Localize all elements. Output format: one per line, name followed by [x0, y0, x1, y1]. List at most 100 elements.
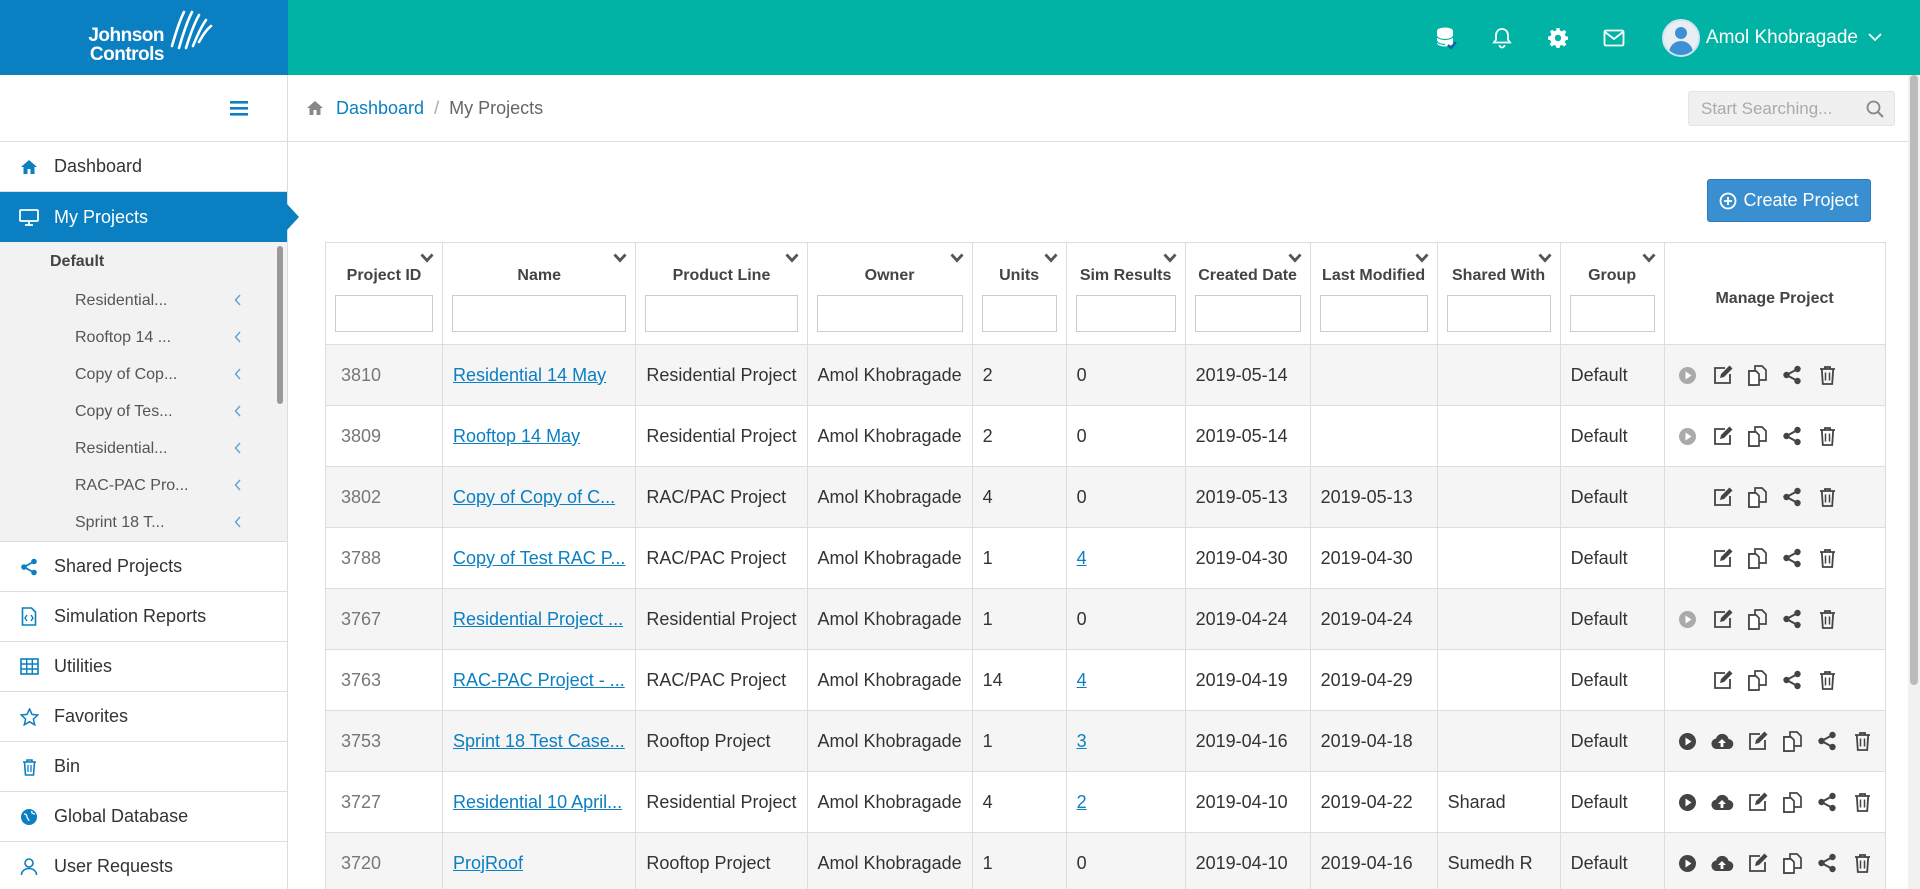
column-header-label[interactable]: Units — [973, 267, 1066, 287]
sim-results-link[interactable]: 4 — [1077, 670, 1087, 690]
sidebar-item-dashboard[interactable]: Dashboard — [0, 142, 287, 192]
chevron-down-icon[interactable] — [1163, 253, 1177, 263]
play-disabled-icon[interactable] — [1675, 363, 1700, 388]
edit-icon[interactable] — [1710, 668, 1735, 693]
delete-icon[interactable] — [1850, 790, 1875, 815]
edit-icon[interactable] — [1710, 485, 1735, 510]
share-icon[interactable] — [1780, 607, 1805, 632]
copy-icon[interactable] — [1780, 790, 1805, 815]
sidebar-item-my-projects[interactable]: My Projects — [0, 192, 299, 242]
copy-icon[interactable] — [1780, 729, 1805, 754]
project-name-link[interactable]: ProjRoof — [453, 853, 523, 873]
edit-icon[interactable] — [1710, 546, 1735, 571]
gear-icon[interactable] — [1530, 0, 1586, 75]
column-header-label[interactable]: Last Modified — [1311, 267, 1437, 287]
group-default[interactable]: Default — [0, 242, 287, 282]
search-input[interactable] — [1689, 92, 1859, 125]
play-icon[interactable] — [1675, 851, 1700, 876]
chevron-down-icon[interactable] — [1044, 253, 1058, 263]
create-project-button[interactable]: Create Project — [1707, 179, 1871, 222]
sim-results-link[interactable]: 2 — [1077, 792, 1087, 812]
column-header-label[interactable]: Project ID — [326, 267, 442, 287]
copy-icon[interactable] — [1745, 607, 1770, 632]
column-header-label[interactable]: Shared With — [1438, 267, 1560, 287]
copy-icon[interactable] — [1745, 363, 1770, 388]
play-disabled-icon[interactable] — [1675, 607, 1700, 632]
filter-input-group[interactable] — [1569, 295, 1655, 332]
share-icon[interactable] — [1780, 546, 1805, 571]
project-name-link[interactable]: Residential Project ... — [453, 609, 623, 629]
delete-icon[interactable] — [1815, 668, 1840, 693]
project-name-link[interactable]: Copy of Copy of C... — [453, 487, 615, 507]
play-icon[interactable] — [1675, 729, 1700, 754]
delete-icon[interactable] — [1850, 729, 1875, 754]
copy-icon[interactable] — [1745, 424, 1770, 449]
project-name-link[interactable]: Residential 14 May — [453, 365, 606, 385]
sidebar-item-user-requests[interactable]: User Requests — [0, 842, 287, 889]
chevron-down-icon[interactable] — [784, 253, 799, 263]
edit-icon[interactable] — [1745, 790, 1770, 815]
delete-icon[interactable] — [1850, 851, 1875, 876]
column-header-label[interactable]: Sim Results — [1067, 267, 1185, 287]
sidebar-item-global-database[interactable]: Global Database — [0, 792, 287, 842]
sidebar-item-utilities[interactable]: Utilities — [0, 642, 287, 692]
edit-icon[interactable] — [1745, 851, 1770, 876]
johnson-controls-logo[interactable]: Johnson Controls — [72, 8, 222, 68]
edit-icon[interactable] — [1745, 729, 1770, 754]
delete-icon[interactable] — [1815, 485, 1840, 510]
share-icon[interactable] — [1815, 851, 1840, 876]
cloud-upload-icon[interactable] — [1710, 851, 1735, 876]
project-name-link[interactable]: Residential 10 April... — [453, 792, 622, 812]
filter-input-project-id[interactable] — [335, 295, 433, 332]
project-name-link[interactable]: Copy of Test RAC P... — [453, 548, 625, 568]
sidebar-subitem[interactable]: Copy of Cop... — [0, 356, 287, 393]
sidebar-item-favorites[interactable]: Favorites — [0, 692, 287, 742]
share-icon[interactable] — [1780, 424, 1805, 449]
database-icon[interactable] — [1418, 0, 1474, 75]
delete-icon[interactable] — [1815, 363, 1840, 388]
chevron-down-icon[interactable] — [1288, 253, 1302, 263]
sidebar-subitem[interactable]: Copy of Tes... — [0, 393, 287, 430]
filter-input-units[interactable] — [981, 295, 1057, 332]
search-icon[interactable] — [1866, 100, 1884, 118]
sidebar-item-shared-projects[interactable]: Shared Projects — [0, 542, 287, 592]
filter-input-product-line[interactable] — [645, 295, 798, 332]
sidebar-subitem[interactable]: Rooftop 14 ... — [0, 319, 287, 356]
column-header-label[interactable]: Created Date — [1186, 267, 1310, 287]
share-icon[interactable] — [1780, 363, 1805, 388]
play-icon[interactable] — [1675, 790, 1700, 815]
share-icon[interactable] — [1780, 668, 1805, 693]
edit-icon[interactable] — [1710, 607, 1735, 632]
sim-results-link[interactable]: 4 — [1077, 548, 1087, 568]
hamburger-menu-icon[interactable] — [230, 101, 248, 116]
sim-results-link[interactable]: 3 — [1077, 731, 1087, 751]
copy-icon[interactable] — [1745, 546, 1770, 571]
project-name-link[interactable]: RAC-PAC Project - ... — [453, 670, 625, 690]
column-header-label[interactable]: Owner — [808, 267, 972, 287]
user-menu[interactable]: Amol Khobragade — [1642, 0, 1920, 75]
project-name-link[interactable]: Rooftop 14 May — [453, 426, 580, 446]
column-header-label[interactable]: Name — [443, 267, 635, 287]
sidebar-subitem[interactable]: Sprint 18 T... — [0, 504, 287, 541]
column-header-label[interactable]: Product Line — [636, 267, 806, 287]
filter-input-shared-with[interactable] — [1446, 295, 1551, 332]
project-name-link[interactable]: Sprint 18 Test Case... — [453, 731, 625, 751]
play-disabled-icon[interactable] — [1675, 424, 1700, 449]
share-icon[interactable] — [1780, 485, 1805, 510]
delete-icon[interactable] — [1815, 424, 1840, 449]
sidebar-subitem[interactable]: RAC-PAC Pro... — [0, 467, 287, 504]
home-icon[interactable] — [306, 100, 324, 116]
mail-icon[interactable] — [1586, 0, 1642, 75]
delete-icon[interactable] — [1815, 607, 1840, 632]
chevron-down-icon[interactable] — [1415, 253, 1429, 263]
bell-icon[interactable] — [1474, 0, 1530, 75]
chevron-down-icon[interactable] — [420, 253, 434, 263]
share-icon[interactable] — [1815, 729, 1840, 754]
page-scrollbar[interactable] — [1908, 75, 1920, 889]
chevron-down-icon[interactable] — [950, 253, 964, 263]
edit-icon[interactable] — [1710, 363, 1735, 388]
sidebar-subitem[interactable]: Residential... — [0, 282, 287, 319]
filter-input-created-date[interactable] — [1194, 295, 1301, 332]
filter-input-owner[interactable] — [816, 295, 963, 332]
delete-icon[interactable] — [1815, 546, 1840, 571]
